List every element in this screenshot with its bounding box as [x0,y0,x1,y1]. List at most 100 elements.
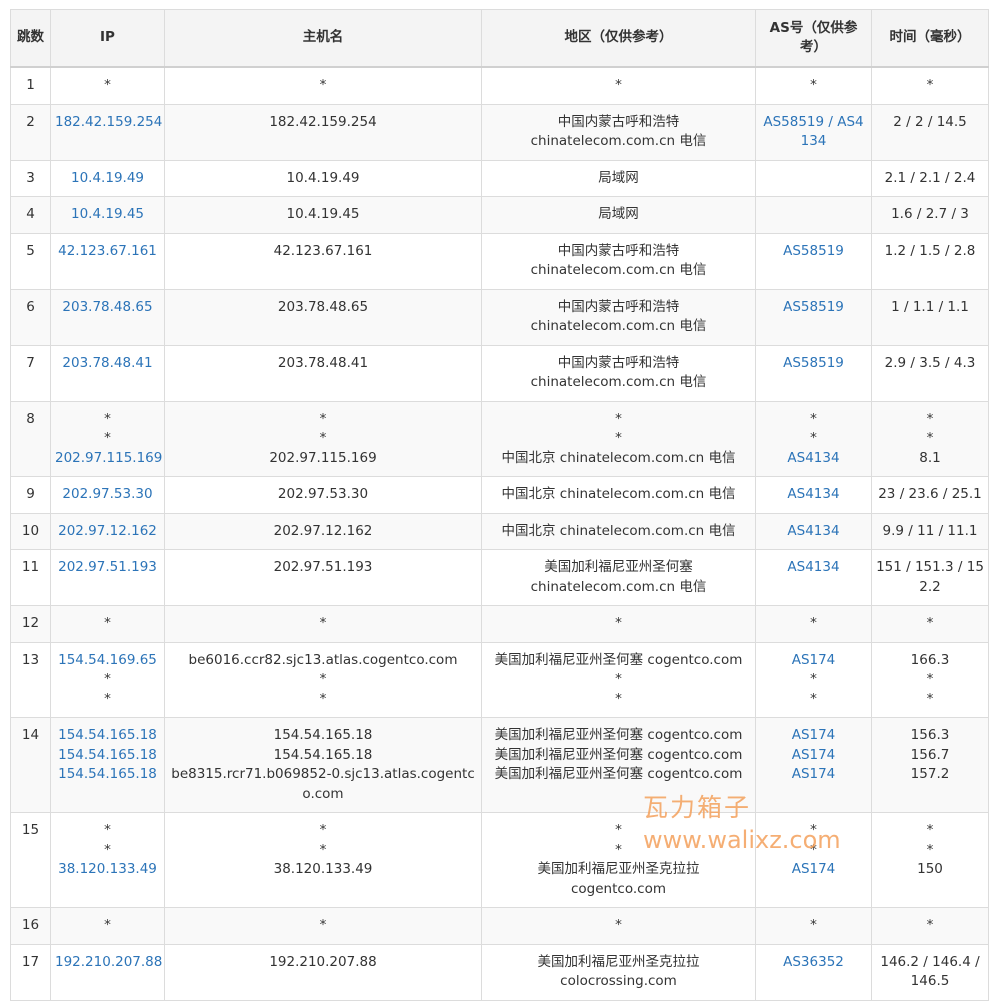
time-cell: 151 / 151.3 / 152.2 [871,549,989,606]
time-value: * [926,841,934,858]
region-value: chinatelecom.com.cn 电信 [530,578,707,595]
ip-value[interactable]: 10.4.19.45 [55,205,160,225]
host-value: * [319,690,327,707]
time-value: * [926,822,934,838]
as-value[interactable]: AS58519 [760,242,867,262]
as-cell: * * AS4134 [755,400,872,477]
ip-value[interactable]: 42.123.67.161 [55,242,160,262]
ip-cell: * [50,66,165,105]
time-value: 166.3 [910,651,950,668]
hostname-cell: 202.97.51.193 [164,549,482,606]
region-value: * [615,671,622,687]
hostname-cell: 192.210.207.88 [164,943,482,1001]
ip-value: * [104,917,111,933]
ip-cell: 202.97.51.193 [50,549,165,606]
ip-value[interactable]: 203.78.48.41 [55,354,160,374]
ip-value[interactable]: 202.97.51.193 [55,558,160,578]
region-value: * [615,917,622,933]
as-cell: AS58519 [755,232,872,290]
ip-value[interactable]: 154.54.165.18 [55,746,160,766]
time-cell: * [871,907,989,945]
as-value[interactable]: AS174 [760,860,867,880]
table-row: 4 10.4.19.45 10.4.19.45 局域网 1.6 / 2.7 / 3 [10,196,989,234]
header-hostname: 主机名 [164,9,482,68]
host-value: 203.78.48.41 [277,354,369,371]
ip-value[interactable]: 38.120.133.49 [55,860,160,880]
as-cell: AS4134 [755,512,872,550]
ip-value[interactable]: 154.54.165.18 [55,726,160,746]
region-value: colocrossing.com [560,973,677,989]
ip-cell: 154.54.169.65 * * [50,641,165,718]
as-value[interactable]: AS174 [760,746,867,766]
region-value: 局域网 [598,206,639,222]
time-value: 157.2 [910,766,950,782]
hop-cell: 1 [10,66,51,105]
ip-value[interactable]: 192.210.207.88 [55,953,162,973]
time-value: 9.9 / 11 / 11.1 [882,522,978,539]
as-value[interactable]: AS36352 [760,953,867,973]
host-value: 202.97.51.193 [273,559,373,575]
time-cell: * * 150 [871,812,989,908]
region-value: chinatelecom.com.cn 电信 [530,318,707,334]
time-cell: 2.9 / 3.5 / 4.3 [871,344,989,402]
as-value: * [810,410,817,427]
ip-value[interactable]: 154.54.169.65 [55,651,160,671]
hostname-cell: 10.4.19.49 [164,159,482,197]
host-value: 203.78.48.65 [277,298,369,315]
as-value[interactable]: AS4134 [760,558,867,578]
time-value: 2.9 / 3.5 / 4.3 [884,354,976,371]
time-cell: 146.2 / 146.4 / 146.5 [871,943,989,1001]
as-value[interactable]: AS174 [760,726,867,746]
time-value: 150 [917,861,943,877]
region-value: 美国加利福尼亚州圣克拉拉 [537,861,700,877]
header-hop: 跳数 [10,9,51,68]
table-row: 11 202.97.51.193 202.97.51.193 美国加利福尼亚州圣何塞 c… [10,549,989,606]
as-value[interactable]: AS58519 / AS4134 [760,113,867,152]
hop-cell: 16 [10,907,51,945]
host-value: be8315.rcr71.b069852-0.sjc13.atlas.cogen… [171,766,475,802]
ip-cell: 10.4.19.45 [50,196,165,234]
region-value: 美国加利福尼亚州圣克拉拉 [537,953,700,970]
region-cell: 中国内蒙古呼和浩特 chinatelecom.com.cn 电信 [481,288,756,346]
ip-value[interactable]: 10.4.19.49 [55,169,160,189]
ip-value[interactable]: 182.42.159.254 [55,113,162,133]
ip-value[interactable]: 203.78.48.65 [55,298,160,318]
time-value: 151 / 151.3 / 152.2 [876,559,984,595]
region-value: * [615,410,622,427]
hostname-cell: * [164,907,482,945]
as-cell: AS174 AS174 AS174 [755,717,872,813]
host-value: * [319,841,327,858]
host-value: * [319,77,327,93]
time-value: * [926,615,934,631]
ip-value[interactable]: 202.97.115.169 [55,449,162,469]
ip-cell: 192.210.207.88 [50,943,165,1001]
table-row: 9 202.97.53.30 202.97.53.30 中国北京 chinatelec… [10,476,989,514]
time-value: 1.6 / 2.7 / 3 [891,206,969,222]
time-cell: 1.6 / 2.7 / 3 [871,196,989,234]
as-cell: * * AS174 [755,812,872,908]
as-value[interactable]: AS174 [760,651,867,671]
hostname-cell: be6016.ccr82.sjc13.atlas.cogentco.com * * [164,641,482,718]
table-row: 15 * * 38.120.133.49 * * 38.120.133.49 * * 美国加利福尼… [10,812,989,908]
region-value: 美国加利福尼亚州圣何塞 cogentco.com [494,766,743,782]
as-value[interactable]: AS4134 [760,449,867,469]
time-value: 156.3 [910,727,950,743]
as-value: * [810,822,817,838]
ip-value[interactable]: 202.97.53.30 [55,485,160,505]
as-value[interactable]: AS58519 [760,354,867,374]
region-value: 美国加利福尼亚州圣何塞 [544,559,693,575]
table-row: 7 203.78.48.41 203.78.48.41 中国内蒙古呼和浩特 chinat… [10,344,989,402]
as-value[interactable]: AS4134 [760,522,867,542]
as-cell: AS36352 [755,943,872,1001]
time-value: 156.7 [910,746,950,763]
ip-cell: * * 202.97.115.169 [50,400,165,477]
as-value[interactable]: AS58519 [760,298,867,318]
as-cell: AS58519 / AS4134 [755,103,872,161]
host-value: 192.210.207.88 [269,953,377,970]
as-value[interactable]: AS174 [760,765,867,785]
ip-value[interactable]: 202.97.12.162 [55,522,160,542]
ip-value[interactable]: 154.54.165.18 [55,765,160,785]
region-value: 美国加利福尼亚州圣何塞 cogentco.com [494,727,743,743]
as-value: * [810,690,817,707]
as-value[interactable]: AS4134 [760,485,867,505]
